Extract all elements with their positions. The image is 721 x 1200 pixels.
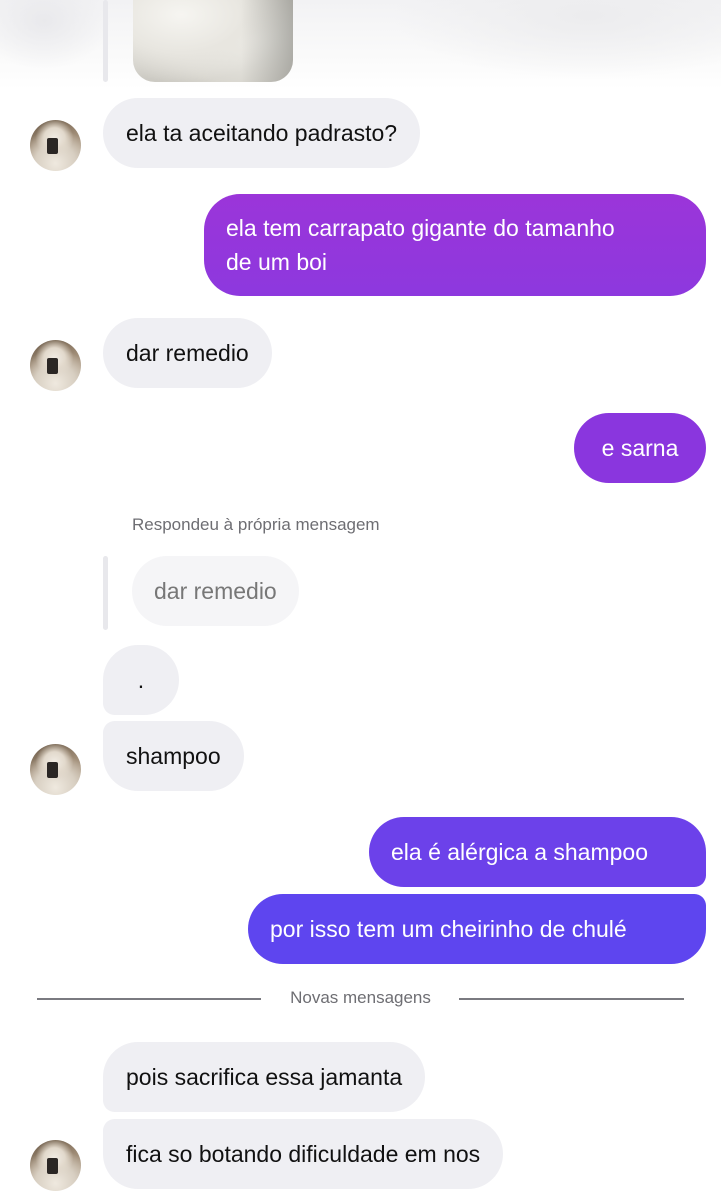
avatar-phone-detail	[47, 138, 58, 154]
reply-context-label: Respondeu à própria mensagem	[132, 515, 380, 534]
outgoing-message-bubble[interactable]: e sarna	[574, 413, 706, 483]
incoming-message-bubble[interactable]: shampoo	[103, 721, 244, 791]
reply-quote-bar	[103, 556, 108, 630]
message-text: fica so botando dificuldade em nos	[126, 1141, 481, 1167]
avatar-phone-detail	[47, 358, 58, 374]
previous-content-blur	[0, 0, 721, 90]
incoming-message-bubble[interactable]: ela ta aceitando padrasto?	[103, 98, 421, 168]
message-text: ela é alérgica a shampoo	[391, 839, 648, 865]
message-text: .	[137, 667, 145, 693]
message-text-line: de um boi	[226, 249, 328, 275]
message-text: ela ta aceitando padrasto?	[126, 120, 398, 146]
new-messages-divider-right	[459, 998, 684, 1000]
message-text-line: ela tem carrapato gigante do tamanho	[226, 215, 615, 241]
message-text: dar remedio	[126, 340, 249, 366]
outgoing-message-bubble[interactable]: ela tem carrapato gigante do tamanho de …	[204, 194, 706, 296]
outgoing-message-bubble[interactable]: por isso tem um cheirinho de chulé	[248, 894, 706, 964]
incoming-message-bubble[interactable]: .	[103, 645, 179, 715]
contact-avatar[interactable]	[30, 744, 81, 795]
incoming-message-bubble[interactable]: fica so botando dificuldade em nos	[103, 1119, 504, 1189]
incoming-message-bubble[interactable]: dar remedio	[103, 318, 272, 388]
contact-avatar[interactable]	[30, 120, 81, 171]
contact-avatar[interactable]	[30, 340, 81, 391]
shared-photo-thumbnail[interactable]	[133, 0, 293, 82]
incoming-message-bubble[interactable]: pois sacrifica essa jamanta	[103, 1042, 426, 1112]
contact-avatar[interactable]	[30, 1140, 81, 1191]
message-text: pois sacrifica essa jamanta	[126, 1064, 403, 1090]
quoted-message-bubble[interactable]: dar remedio	[132, 556, 299, 626]
message-text: por isso tem um cheirinho de chulé	[270, 916, 627, 942]
shared-photo-reply-bar	[103, 0, 108, 82]
avatar-phone-detail	[47, 1158, 58, 1174]
message-text: e sarna	[601, 435, 679, 461]
quoted-message-text: dar remedio	[154, 578, 277, 604]
message-text: shampoo	[126, 743, 221, 769]
avatar-phone-detail	[47, 762, 58, 778]
outgoing-message-bubble[interactable]: ela é alérgica a shampoo	[369, 817, 706, 887]
